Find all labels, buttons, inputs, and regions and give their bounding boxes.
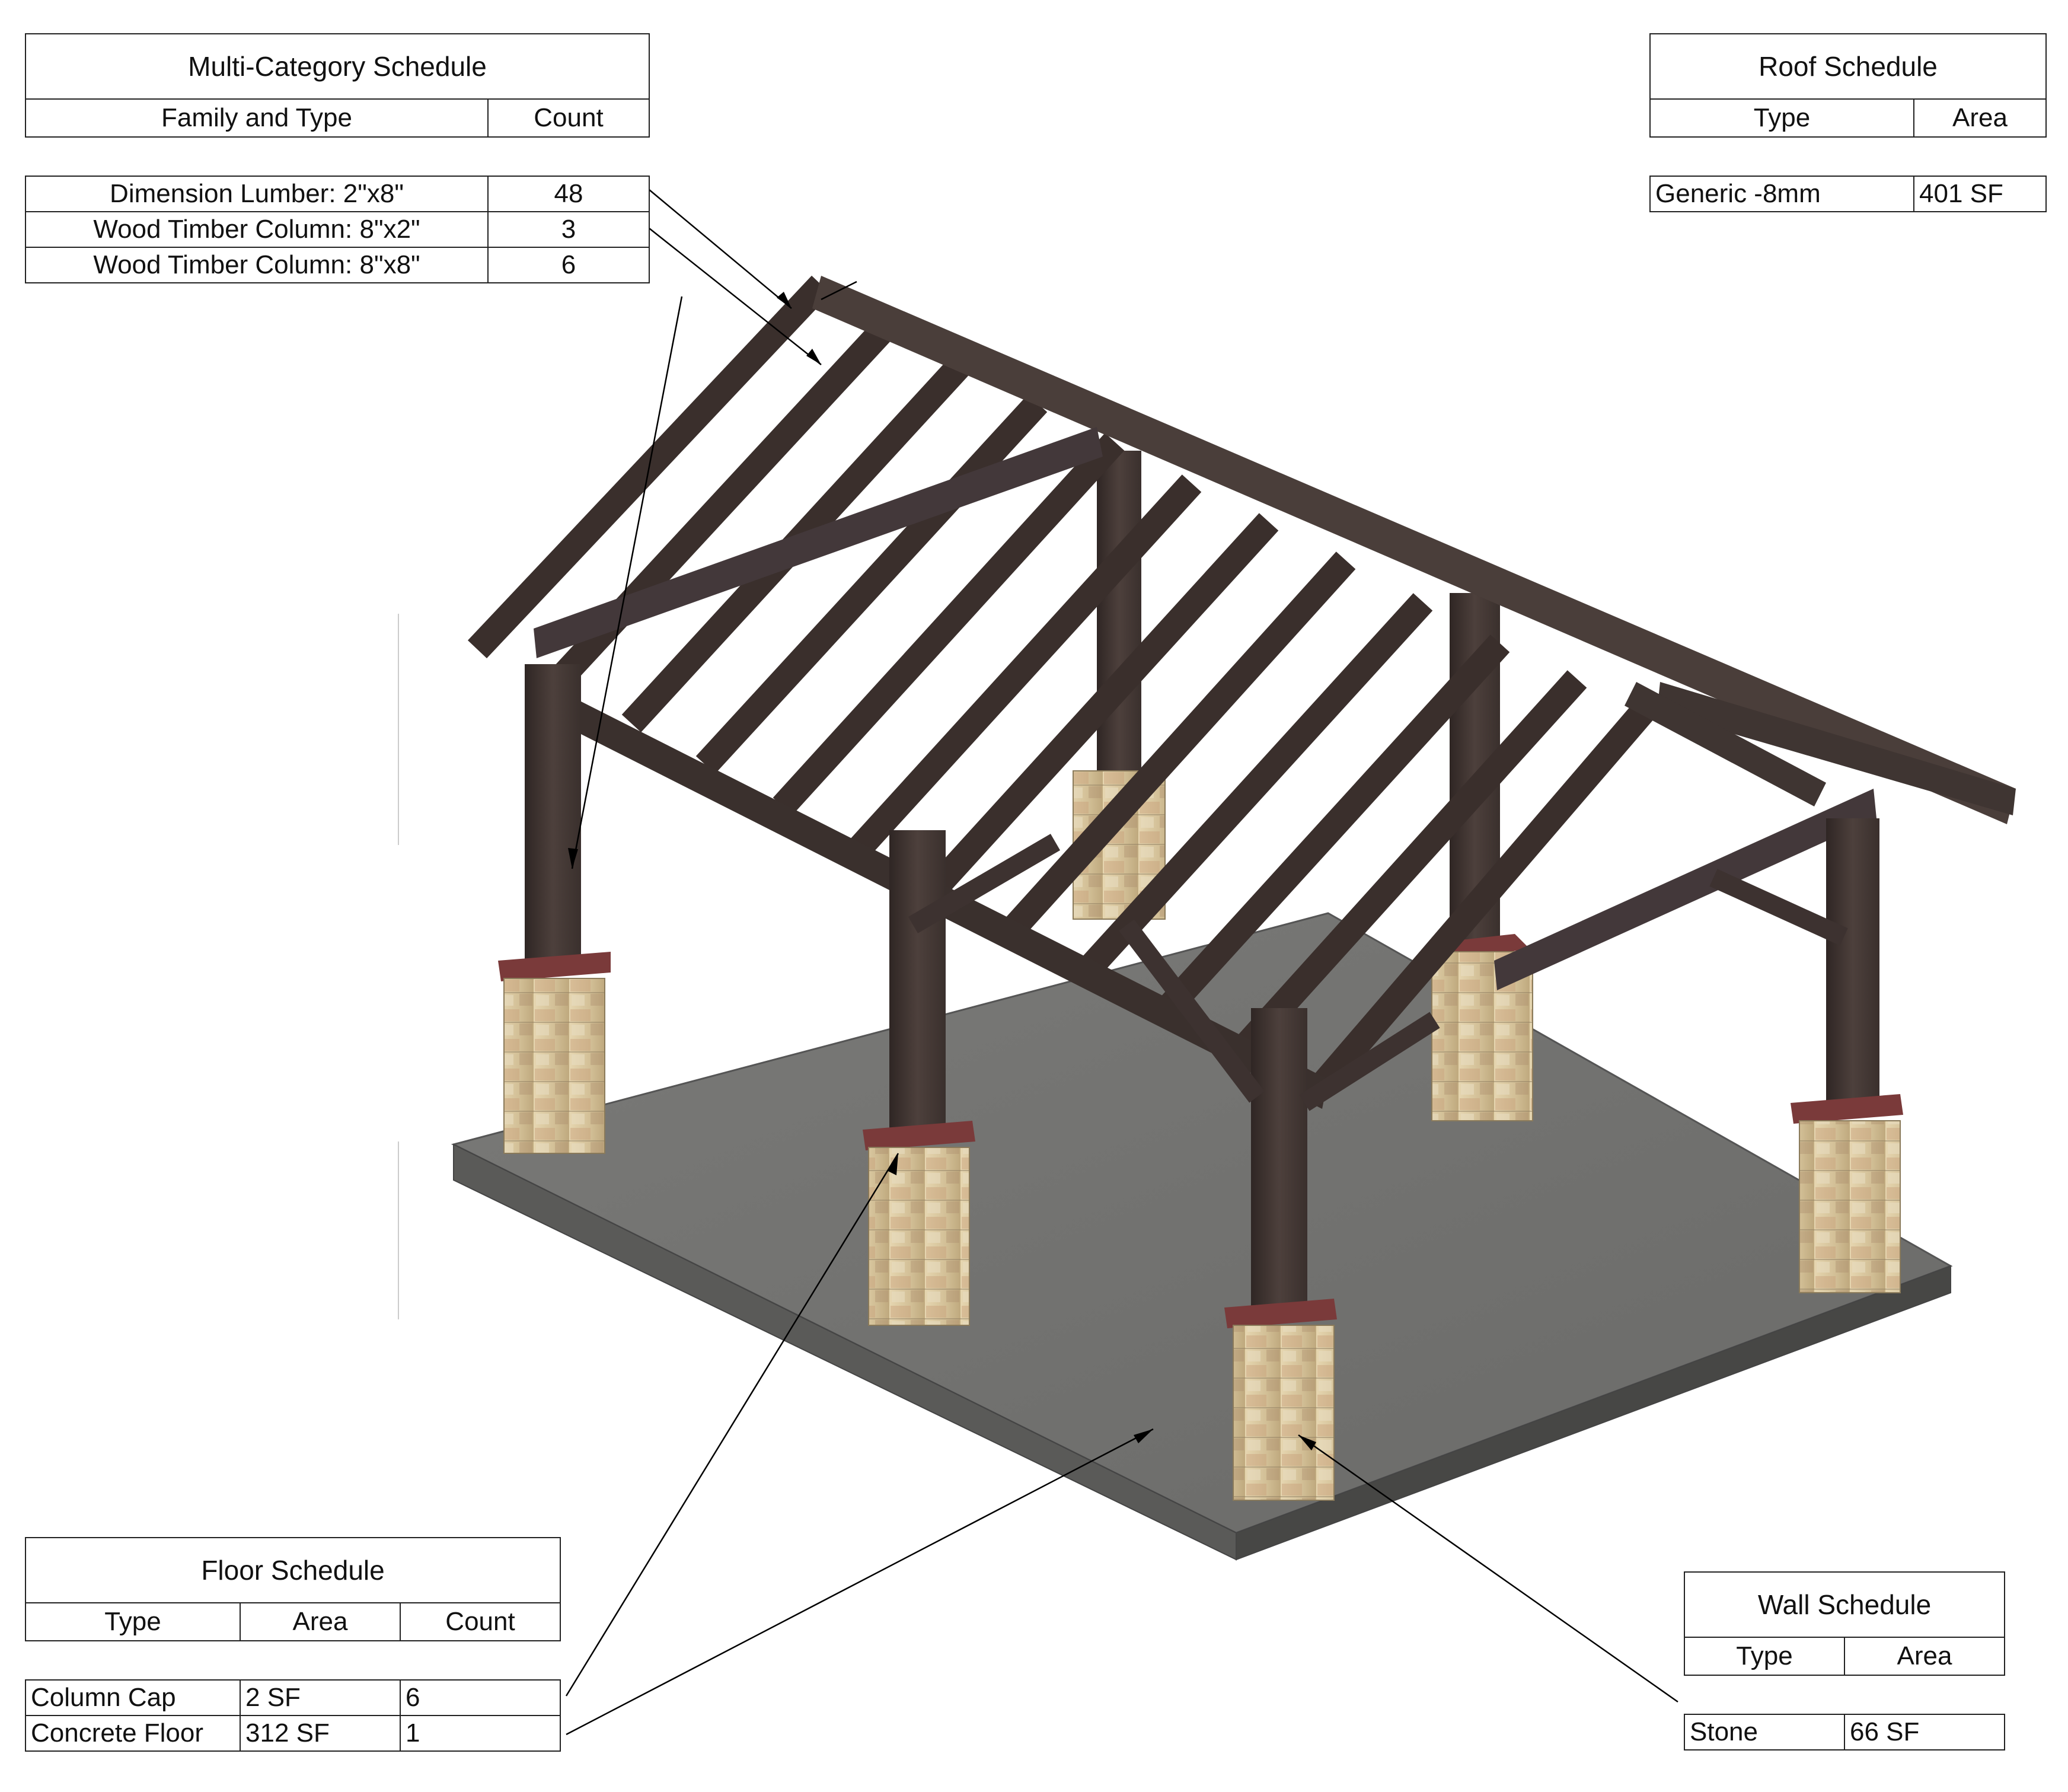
column-header-type: Type	[1649, 98, 1914, 138]
pier-front-middle	[868, 1147, 970, 1326]
cap-right-rear	[1791, 1094, 1903, 1124]
count-cell: 6	[487, 247, 650, 283]
type-cell: Column Cap	[25, 1679, 241, 1716]
floor-schedule-body: Column Cap 2 SF 6 Concrete Floor 312 SF …	[25, 1679, 561, 1752]
table-row: Column Cap 2 SF 6	[25, 1679, 561, 1716]
floor-schedule: Floor Schedule Type Area Count Column Ca…	[24, 1537, 561, 1752]
count-cell: 3	[487, 211, 650, 248]
table-row: Stone 66 SF	[1684, 1714, 2005, 1750]
roof-schedule-header: Roof Schedule Type Area	[1649, 33, 2047, 138]
area-cell: 312 SF	[240, 1715, 401, 1752]
post-front-right	[1251, 1008, 1307, 1316]
family-and-type-cell: Wood Timber Column: 8"x8"	[25, 247, 489, 283]
type-cell: Generic -8mm	[1649, 176, 1914, 212]
multi-category-schedule: Multi-Category Schedule Family and Type …	[25, 33, 650, 283]
roof-schedule-body: Generic -8mm 401 SF	[1649, 176, 2047, 212]
column-header-count: Count	[487, 98, 650, 138]
multi-category-schedule-body: Dimension Lumber: 2"x8" 48 Wood Timber C…	[25, 176, 650, 283]
column-header-type: Type	[1684, 1637, 1845, 1676]
schedule-title: Multi-Category Schedule	[25, 33, 650, 100]
type-cell: Concrete Floor	[25, 1715, 241, 1752]
knee-brace	[1709, 869, 1848, 946]
family-and-type-cell: Wood Timber Column: 8"x2"	[25, 211, 489, 248]
pier-right-rear	[1799, 1120, 1901, 1293]
schedule-title: Roof Schedule	[1649, 33, 2047, 100]
area-cell: 66 SF	[1844, 1714, 2005, 1750]
roof-schedule: Roof Schedule Type Area Generic -8mm 401…	[1649, 33, 2047, 212]
column-header-count: Count	[399, 1602, 561, 1641]
count-cell: 6	[400, 1679, 561, 1716]
column-header-area: Area	[240, 1602, 401, 1641]
slab-top	[451, 912, 1953, 1534]
post-right-rear	[1826, 818, 1879, 1115]
table-row: Wood Timber Column: 8"x2" 3	[25, 211, 650, 248]
wall-schedule-body: Stone 66 SF	[1684, 1714, 2005, 1750]
column-header-type: Type	[25, 1602, 241, 1641]
back-post-center	[1097, 451, 1141, 806]
cap-front-left	[498, 952, 611, 981]
count-cell: 1	[400, 1715, 561, 1752]
pier-front-left	[503, 978, 605, 1154]
table-row: Wood Timber Column: 8"x8" 6	[25, 247, 650, 283]
table-row: Dimension Lumber: 2"x8" 48	[25, 176, 650, 212]
type-cell: Stone	[1684, 1714, 1845, 1750]
family-and-type-cell: Dimension Lumber: 2"x8"	[25, 176, 489, 212]
wall-schedule-header: Wall Schedule Type Area	[1684, 1571, 2005, 1676]
leader-dimension-lumber	[649, 189, 792, 309]
post-front-left	[525, 664, 581, 972]
table-row: Generic -8mm 401 SF	[1649, 176, 2047, 212]
area-cell: 401 SF	[1913, 176, 2047, 212]
pier-front-right	[1233, 1325, 1335, 1501]
leader-stone-wall	[1298, 1434, 1678, 1703]
count-cell: 48	[487, 176, 650, 212]
area-cell: 2 SF	[240, 1679, 401, 1716]
floor-schedule-header: Floor Schedule Type Area Count	[24, 1537, 561, 1641]
arrowhead	[806, 349, 821, 365]
leader-concrete-floor	[566, 1428, 1154, 1736]
column-header-area: Area	[1913, 98, 2047, 138]
schedule-title: Wall Schedule	[1684, 1571, 2005, 1638]
schedule-title: Floor Schedule	[24, 1537, 561, 1603]
wall-schedule: Wall Schedule Type Area Stone 66 SF	[1684, 1571, 2005, 1750]
table-row: Concrete Floor 312 SF 1	[25, 1715, 561, 1752]
multi-category-schedule-header: Multi-Category Schedule Family and Type …	[25, 33, 650, 138]
column-header-family-and-type: Family and Type	[25, 98, 489, 138]
column-header-area: Area	[1844, 1637, 2005, 1676]
post-front-middle	[889, 830, 946, 1139]
